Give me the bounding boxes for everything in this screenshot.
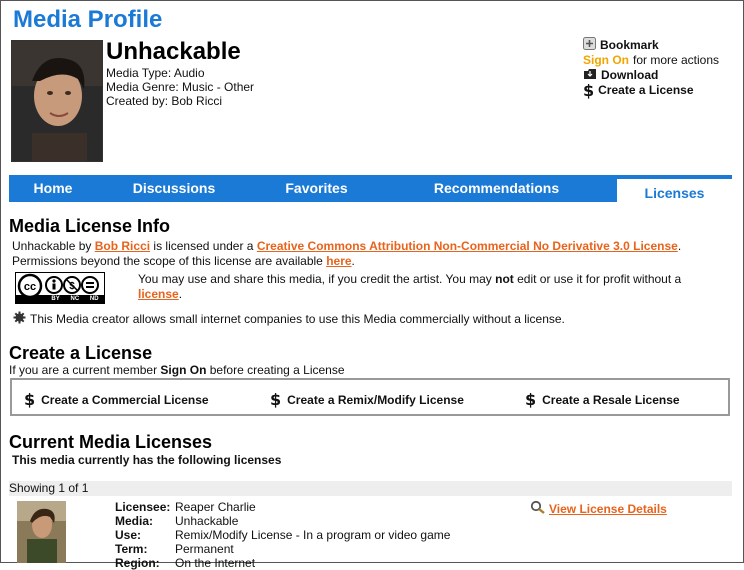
- share-text: edit or use it for profit without a: [517, 272, 682, 286]
- create-note-text: before creating a License: [209, 363, 345, 377]
- create-license-action[interactable]: $ Create a License: [583, 81, 719, 100]
- share-not: not: [495, 272, 514, 286]
- row-value: Permanent: [175, 542, 234, 556]
- license-link[interactable]: license: [138, 287, 179, 301]
- magnifier-icon: [530, 500, 546, 518]
- row-key: Licensee:: [115, 500, 171, 514]
- dollar-icon: $: [525, 390, 537, 409]
- licensee-avatar[interactable]: [17, 501, 66, 563]
- download-label: Download: [601, 68, 659, 82]
- row-value: On the Internet: [175, 556, 256, 570]
- create-note-text: If you are a current member: [9, 363, 158, 377]
- permissions-text: Permissions beyond the scope of this lic…: [12, 254, 323, 268]
- actions-panel: Bookmark Sign On for more actions Downlo…: [583, 37, 719, 100]
- row-value: Unhackable: [175, 514, 239, 528]
- bookmark-label: Bookmark: [600, 38, 659, 52]
- create-resale-license-button[interactable]: $ Create a Resale License: [525, 390, 680, 409]
- cc-label-nd: ND: [89, 296, 99, 302]
- dollar-icon: $: [583, 81, 595, 100]
- license-text: is licensed under a: [153, 239, 254, 253]
- share-note: You may use and share this media, if you…: [138, 272, 698, 302]
- table-row: Media: Unhackable: [115, 514, 450, 528]
- license-text: Unhackable by: [12, 239, 92, 253]
- tab-licenses[interactable]: Licenses: [617, 178, 732, 203]
- row-key: Term:: [115, 542, 148, 556]
- permissions-here-link[interactable]: here: [326, 254, 351, 268]
- signon-link[interactable]: Sign On: [583, 53, 629, 68]
- view-license-details-link[interactable]: View License Details: [549, 502, 667, 517]
- create-license-section: Create a License: [9, 343, 152, 364]
- current-licenses-sub: This media currently has the following l…: [12, 453, 282, 467]
- tab-discussions[interactable]: Discussions: [109, 175, 239, 202]
- author-link[interactable]: Bob Ricci: [95, 239, 150, 253]
- showing-count: Showing 1 of 1: [9, 481, 732, 496]
- signon-prompt: Sign On for more actions: [583, 53, 719, 68]
- current-licenses-heading: Current Media Licenses: [9, 432, 213, 452]
- creator-avatar: [11, 40, 103, 162]
- table-row: Term: Permanent: [115, 542, 450, 556]
- table-row: Region: On the Internet: [115, 556, 450, 570]
- cc-label-nc: NC: [70, 296, 80, 302]
- license-details-table: Licensee: Reaper Charlie Media: Unhackable…: [115, 500, 450, 570]
- gear-icon: [13, 311, 26, 328]
- tab-favorites[interactable]: Favorites: [264, 175, 369, 202]
- button-label: Create a Commercial License: [41, 392, 209, 407]
- license-line-1: Unhackable by Bob Ricci is licensed unde…: [12, 239, 681, 254]
- commercial-note-text: This Media creator allows small internet…: [30, 312, 565, 326]
- period: .: [677, 239, 682, 253]
- create-commercial-license-button[interactable]: $ Create a Commercial License: [24, 390, 209, 409]
- button-label: Create a Remix/Modify License: [287, 392, 464, 407]
- row-key: Use:: [115, 528, 142, 542]
- tab-bar: Home Discussions Favorites Recommendatio…: [9, 175, 732, 203]
- cc-labels: BY NC ND: [46, 295, 104, 303]
- signon-suffix: for more actions: [633, 53, 720, 67]
- create-signon-link[interactable]: Sign On: [160, 363, 206, 377]
- cc-label-by: BY: [51, 296, 60, 302]
- svg-text:cc: cc: [24, 281, 36, 293]
- period: .: [178, 287, 183, 301]
- row-key: Media:: [115, 514, 154, 528]
- table-row: Use: Remix/Modify License - In a program …: [115, 528, 450, 542]
- create-license-label: Create a License: [598, 83, 694, 97]
- download-action[interactable]: Download: [583, 68, 719, 83]
- tab-recommendations[interactable]: Recommendations: [409, 175, 584, 202]
- create-remix-license-button[interactable]: $ Create a Remix/Modify License: [270, 390, 464, 409]
- license-info-heading: Media License Info: [9, 216, 171, 236]
- view-license-details[interactable]: View License Details: [530, 500, 667, 518]
- button-label: Create a Resale License: [542, 392, 680, 407]
- license-line-2: Permissions beyond the scope of this lic…: [12, 254, 355, 269]
- bookmark-icon: [583, 37, 596, 54]
- table-row: Licensee: Reaper Charlie: [115, 500, 450, 514]
- row-value: Reaper Charlie: [175, 500, 256, 514]
- media-genre: Media Genre: Music - Other: [106, 80, 255, 94]
- tab-home[interactable]: Home: [9, 175, 97, 202]
- bookmark-action[interactable]: Bookmark: [583, 37, 719, 54]
- media-creator: Created by: Bob Ricci: [106, 94, 223, 108]
- media-name: Unhackable: [106, 38, 241, 65]
- create-license-heading: Create a License: [9, 343, 153, 363]
- current-licenses-section: Current Media Licenses: [9, 432, 212, 453]
- create-license-box: $ Create a Commercial License $ Create a…: [10, 378, 730, 416]
- create-note: If you are a current member Sign On befo…: [9, 363, 345, 378]
- cc-badge[interactable]: cc $ BY NC ND: [15, 272, 105, 304]
- dollar-icon: $: [24, 390, 36, 409]
- media-meta: Media Type: Audio Media Genre: Music - O…: [106, 66, 254, 108]
- cc-license-link[interactable]: Creative Commons Attribution Non-Commerc…: [257, 239, 678, 253]
- dollar-icon: $: [270, 390, 282, 409]
- period: .: [351, 254, 355, 268]
- share-text: You may use and share this media, if you…: [138, 272, 492, 286]
- row-key: Region:: [115, 556, 160, 570]
- row-value: Remix/Modify License - In a program or v…: [175, 528, 451, 542]
- license-info-section: Media License Info: [9, 216, 170, 237]
- page-title: Media Profile: [13, 6, 163, 33]
- commercial-note: This Media creator allows small internet…: [13, 311, 565, 328]
- media-type: Media Type: Audio: [106, 66, 205, 80]
